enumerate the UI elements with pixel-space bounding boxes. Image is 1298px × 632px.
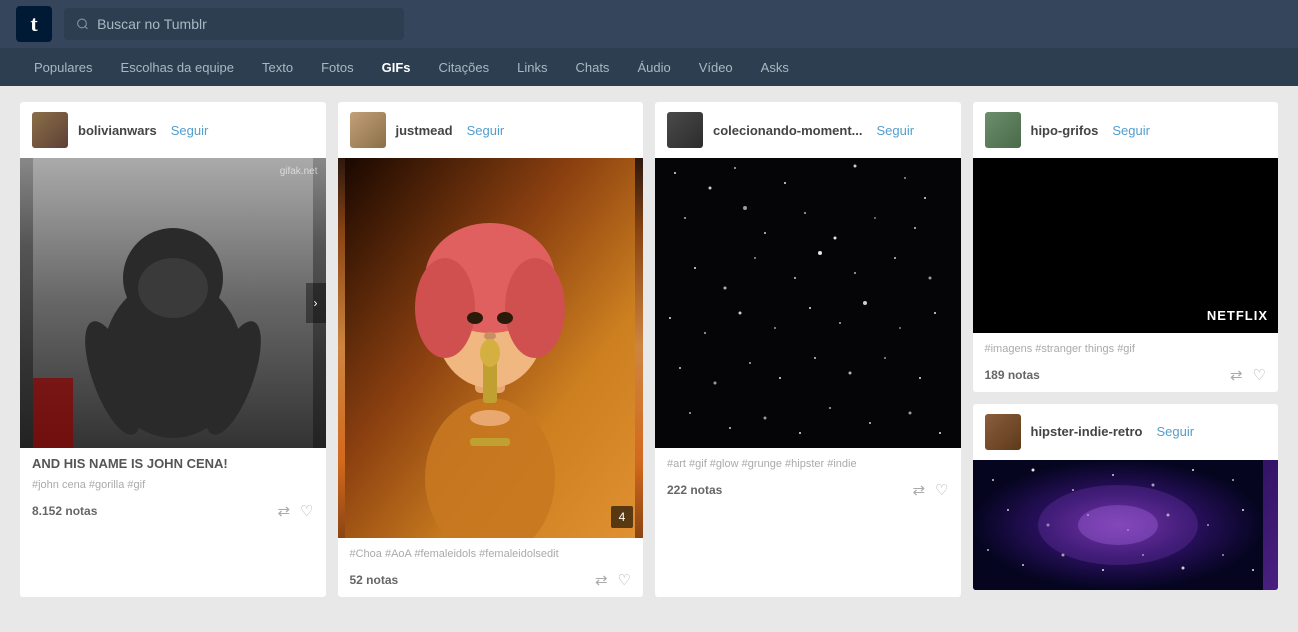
post-username: hipo-grifos	[1031, 123, 1099, 138]
content-area: bolivianwars Seguir gifak.net	[0, 86, 1298, 632]
action-icons: ⇄ ♡	[595, 571, 631, 589]
post-header: hipster-indie-retro Seguir	[973, 404, 1279, 460]
galaxy-svg	[973, 460, 1263, 590]
follow-button[interactable]: Seguir	[877, 123, 915, 138]
notes-count: 8.152 notas	[32, 504, 97, 518]
space-svg	[655, 158, 945, 448]
tumblr-logo[interactable]: t	[16, 6, 52, 42]
post-card: colecionando-moment... Seguir	[655, 102, 961, 597]
notes-count: 189 notas	[985, 368, 1040, 382]
action-icons: ⇄ ♡	[277, 502, 313, 520]
post-card: justmead Seguir	[338, 102, 644, 597]
galaxy-image	[973, 460, 1279, 590]
follow-button[interactable]: Seguir	[1156, 424, 1194, 439]
notes-count: 222 notas	[667, 483, 722, 497]
image-count-badge: 4	[611, 506, 633, 528]
post-username: hipster-indie-retro	[1031, 424, 1143, 439]
avatar	[985, 112, 1021, 148]
gorilla-svg	[33, 158, 313, 448]
nav-links[interactable]: Links	[503, 48, 561, 86]
image-watermark: gifak.net	[280, 166, 318, 177]
post-tags: #art #gif #glow #grunge #hipster #indie	[667, 456, 949, 473]
singer-image: 4	[338, 158, 644, 538]
follow-button[interactable]: Seguir	[1112, 123, 1150, 138]
post-tags: #john cena #gorilla #gif	[32, 477, 314, 494]
nav-gifs[interactable]: GIFs	[368, 48, 425, 86]
nav-video[interactable]: Vídeo	[685, 48, 747, 86]
post-username: bolivianwars	[78, 123, 157, 138]
post-tags: #Choa #AoA #femaleidols #femaleidolsedit	[350, 546, 632, 563]
post-actions: 222 notas ⇄ ♡	[667, 481, 949, 499]
post-header: bolivianwars Seguir	[20, 102, 326, 158]
post-actions: 52 notas ⇄ ♡	[350, 571, 632, 589]
post-username: justmead	[396, 123, 453, 138]
reblog-icon[interactable]: ⇄	[912, 481, 925, 499]
action-icons: ⇄ ♡	[1230, 366, 1266, 384]
like-icon[interactable]: ♡	[618, 571, 631, 589]
nav-fotos[interactable]: Fotos	[307, 48, 368, 86]
netflix-logo-text: NETFLIX	[1207, 308, 1268, 323]
post-card: hipster-indie-retro Seguir	[973, 404, 1279, 590]
post-column-4: hipo-grifos Seguir NETFLIX #imagens #str…	[973, 102, 1279, 597]
posts-grid: bolivianwars Seguir gifak.net	[20, 102, 1278, 597]
avatar	[985, 414, 1021, 450]
post-text: AND HIS NAME IS JOHN CENA!	[32, 456, 314, 471]
post-image	[973, 460, 1279, 590]
search-bar	[64, 8, 404, 40]
post-footer: AND HIS NAME IS JOHN CENA! #john cena #g…	[20, 448, 326, 528]
avatar	[32, 112, 68, 148]
search-icon	[76, 17, 89, 31]
singer-svg	[345, 158, 635, 538]
gorilla-image: gifak.net	[20, 158, 326, 448]
post-header: justmead Seguir	[338, 102, 644, 158]
post-image: NETFLIX	[973, 158, 1279, 333]
post-username: colecionando-moment...	[713, 123, 863, 138]
post-footer: #Choa #AoA #femaleidols #femaleidolsedit…	[338, 538, 644, 597]
follow-button[interactable]: Seguir	[467, 123, 505, 138]
reblog-icon[interactable]: ⇄	[277, 502, 290, 520]
post-image: gifak.net	[20, 158, 326, 448]
nav-citacoes[interactable]: Citações	[425, 48, 504, 86]
post-actions: 189 notas ⇄ ♡	[985, 366, 1267, 384]
top-bar: t	[0, 0, 1298, 48]
avatar	[350, 112, 386, 148]
post-header: hipo-grifos Seguir	[973, 102, 1279, 158]
nav-asks[interactable]: Asks	[747, 48, 803, 86]
post-tags: #imagens #stranger things #gif	[985, 341, 1267, 358]
post-image	[655, 158, 961, 448]
like-icon[interactable]: ♡	[935, 481, 948, 499]
nav-texto[interactable]: Texto	[248, 48, 307, 86]
post-card: bolivianwars Seguir gifak.net	[20, 102, 326, 597]
post-footer: #art #gif #glow #grunge #hipster #indie …	[655, 448, 961, 507]
avatar	[667, 112, 703, 148]
search-input[interactable]	[97, 16, 392, 32]
follow-button[interactable]: Seguir	[171, 123, 209, 138]
nav-audio[interactable]: Áudio	[623, 48, 684, 86]
post-header: colecionando-moment... Seguir	[655, 102, 961, 158]
nav-chats[interactable]: Chats	[561, 48, 623, 86]
space-image	[655, 158, 961, 448]
post-image: 4	[338, 158, 644, 538]
nav-populares[interactable]: Populares	[20, 48, 107, 86]
reblog-icon[interactable]: ⇄	[1230, 366, 1243, 384]
like-icon[interactable]: ♡	[300, 502, 313, 520]
next-arrow[interactable]: ›	[306, 283, 326, 323]
netflix-image: NETFLIX	[973, 158, 1279, 333]
nav-escolhas[interactable]: Escolhas da equipe	[107, 48, 248, 86]
post-actions: 8.152 notas ⇄ ♡	[32, 502, 314, 520]
notes-count: 52 notas	[350, 573, 399, 587]
nav-bar: Populares Escolhas da equipe Texto Fotos…	[0, 48, 1298, 86]
reblog-icon[interactable]: ⇄	[595, 571, 608, 589]
post-card: hipo-grifos Seguir NETFLIX #imagens #str…	[973, 102, 1279, 392]
like-icon[interactable]: ♡	[1253, 366, 1266, 384]
post-footer: #imagens #stranger things #gif 189 notas…	[973, 333, 1279, 392]
action-icons: ⇄ ♡	[912, 481, 948, 499]
